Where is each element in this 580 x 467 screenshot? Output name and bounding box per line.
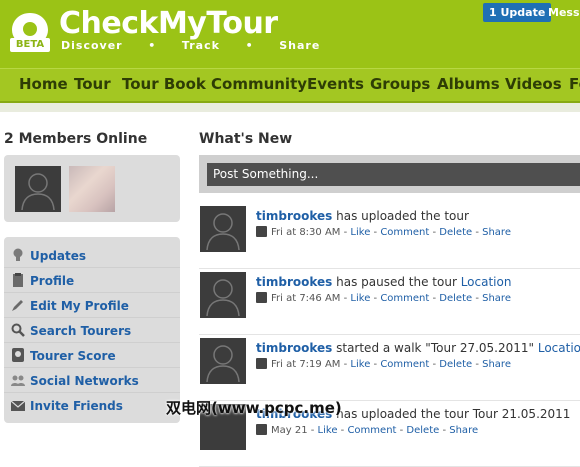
sidebar-item-edit-profile[interactable]: Edit My Profile <box>4 293 180 318</box>
like-link[interactable]: Like <box>350 359 370 370</box>
nav-groups[interactable]: Groups <box>370 75 430 93</box>
feed-meta: Fri at 7:46 AM - Like - Comment - Delete… <box>256 292 511 304</box>
location-link[interactable]: Location <box>538 341 580 355</box>
whats-new-title: What's New <box>199 131 293 147</box>
feed-meta: May 21 - Like - Comment - Delete - Share <box>256 424 478 436</box>
like-link[interactable]: Like <box>350 227 370 238</box>
comment-link[interactable]: Comment <box>380 227 429 238</box>
sidebar-item-updates[interactable]: Updates <box>4 243 180 268</box>
comment-link[interactable]: Comment <box>380 359 429 370</box>
nav-divider <box>0 103 580 112</box>
tagline: Discover • Track • Share <box>61 39 321 52</box>
pause-icon <box>256 292 267 303</box>
nav-tour-book[interactable]: Tour Book <box>122 75 206 93</box>
avatar-photo[interactable] <box>69 166 115 212</box>
feed-text: timbrookes started a walk "Tour 27.05.20… <box>256 341 580 355</box>
post-bar: Post Something... <box>199 155 580 193</box>
feed-action-text: has uploaded the tour Tour 21.05.2011 <box>332 407 571 421</box>
sidebar-item-label: Invite Friends <box>30 399 123 413</box>
nav-tour[interactable]: Tour <box>74 75 111 93</box>
nav-community[interactable]: Community <box>211 75 307 93</box>
avatar[interactable] <box>200 338 246 384</box>
main-nav: Home Tour Tour Book Community Events Gro… <box>0 68 580 103</box>
upload-icon <box>256 424 267 435</box>
avatar[interactable] <box>200 206 246 252</box>
sidebar-menu: Updates Profile Edit My Profile Search T… <box>4 237 180 423</box>
feed-text: timbrookes has uploaded the tour <box>256 209 469 223</box>
play-icon <box>256 358 267 369</box>
people-icon <box>11 375 25 386</box>
timestamp: Fri at 7:19 AM <box>271 359 341 370</box>
site-header: BETA CheckMyTour Discover • Track • Shar… <box>0 0 580 112</box>
brand-name[interactable]: CheckMyTour <box>59 6 278 41</box>
user-link[interactable]: timbrookes <box>256 209 332 223</box>
messages-button[interactable]: Messa <box>548 3 580 22</box>
sidebar-item-profile[interactable]: Profile <box>4 268 180 293</box>
share-link[interactable]: Share <box>482 359 511 370</box>
updates-button[interactable]: 1 Update <box>483 3 552 22</box>
delete-link[interactable]: Delete <box>439 359 472 370</box>
sidebar-item-label: Search Tourers <box>30 324 132 338</box>
clipboard-icon <box>13 273 23 287</box>
feed-item: timbrookes has paused the tour Location … <box>199 272 580 335</box>
feed-item: timbrookes has uploaded the tour Fri at … <box>199 206 580 269</box>
person-silhouette-icon <box>206 279 240 317</box>
watermark: 双电网(www.pcpc.me) <box>166 399 342 417</box>
feed-action-text: started a walk "Tour 27.05.2011" <box>332 341 538 355</box>
lightbulb-icon <box>13 248 23 261</box>
timestamp: Fri at 8:30 AM <box>271 227 341 238</box>
feed-action-text: has paused the tour <box>332 275 461 289</box>
nav-events[interactable]: Events <box>307 75 364 93</box>
magnifier-icon <box>11 323 25 337</box>
pencil-icon <box>12 300 23 311</box>
feed-item: timbrookes started a walk "Tour 27.05.20… <box>199 338 580 401</box>
post-something-input[interactable]: Post Something... <box>207 163 580 186</box>
envelope-icon <box>11 400 25 411</box>
sidebar-item-label: Profile <box>30 274 75 288</box>
members-online-box <box>4 155 180 222</box>
feed-text: timbrookes has paused the tour Location <box>256 275 511 289</box>
upload-icon <box>256 226 267 237</box>
share-link[interactable]: Share <box>482 227 511 238</box>
map-pin-icon <box>12 348 24 362</box>
feed-meta: Fri at 7:19 AM - Like - Comment - Delete… <box>256 358 511 370</box>
beta-badge: BETA <box>10 38 50 52</box>
sidebar-item-label: Tourer Score <box>30 349 116 363</box>
location-link[interactable]: Location <box>461 275 512 289</box>
feed-meta: Fri at 8:30 AM - Like - Comment - Delete… <box>256 226 511 238</box>
like-link[interactable]: Like <box>350 293 370 304</box>
sidebar-item-label: Social Networks <box>30 374 139 388</box>
share-link[interactable]: Share <box>482 293 511 304</box>
person-silhouette-icon <box>206 213 240 251</box>
members-online-title: 2 Members Online <box>4 131 148 147</box>
delete-link[interactable]: Delete <box>439 293 472 304</box>
nav-forums[interactable]: Fo <box>569 75 580 93</box>
avatar[interactable] <box>15 166 61 212</box>
timestamp: Fri at 7:46 AM <box>271 293 341 304</box>
user-link[interactable]: timbrookes <box>256 275 332 289</box>
delete-link[interactable]: Delete <box>439 227 472 238</box>
avatar[interactable] <box>200 272 246 318</box>
comment-link[interactable]: Comment <box>380 293 429 304</box>
sidebar-item-social-networks[interactable]: Social Networks <box>4 368 180 393</box>
sidebar-item-tourer-score[interactable]: Tourer Score <box>4 343 180 368</box>
sidebar-item-invite-friends[interactable]: Invite Friends <box>4 393 180 417</box>
nav-videos[interactable]: Videos <box>505 75 562 93</box>
sidebar-item-label: Updates <box>30 249 87 263</box>
nav-albums[interactable]: Albums <box>437 75 500 93</box>
sidebar-item-search-tourers[interactable]: Search Tourers <box>4 318 180 343</box>
person-silhouette-icon <box>21 173 55 211</box>
person-silhouette-icon <box>206 345 240 383</box>
sidebar-item-label: Edit My Profile <box>30 299 129 313</box>
user-link[interactable]: timbrookes <box>256 341 332 355</box>
nav-home[interactable]: Home <box>19 75 68 93</box>
feed-action-text: has uploaded the tour <box>332 209 469 223</box>
